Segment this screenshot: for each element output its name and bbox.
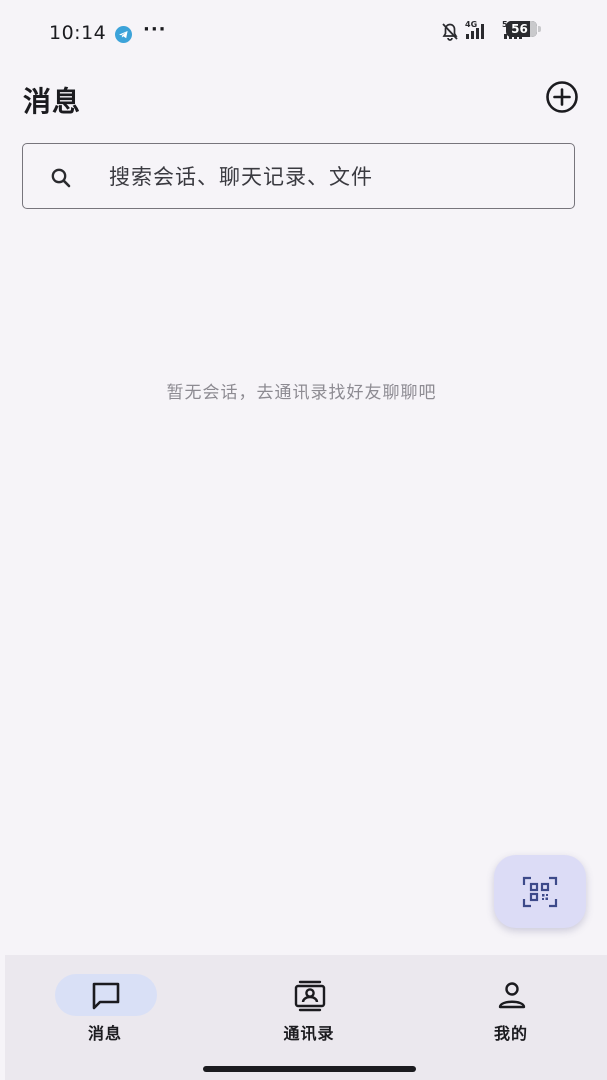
bell-muted-icon (442, 23, 458, 41)
scan-fab-button[interactable] (494, 855, 586, 928)
qr-scan-icon (522, 876, 558, 907)
nav-item-me[interactable]: 我的 (441, 973, 581, 1053)
add-button[interactable] (542, 77, 582, 117)
telegram-icon (115, 26, 132, 43)
search-box[interactable] (22, 143, 575, 209)
person-icon (498, 982, 526, 1009)
battery-icon: 56 (506, 21, 537, 37)
search-input[interactable] (107, 156, 561, 198)
status-time: 10:14 (49, 22, 107, 44)
bottom-nav: 消息 通讯录 我的 (5, 955, 607, 1080)
nav-label-me: 我的 (493, 1024, 528, 1043)
search-icon (50, 167, 72, 189)
nav-item-messages[interactable]: 消息 (35, 973, 175, 1053)
chat-icon (92, 982, 120, 1010)
home-indicator[interactable] (203, 1066, 416, 1072)
nav-label-messages: 消息 (87, 1024, 122, 1043)
nav-label-contacts: 通讯录 (283, 1024, 335, 1043)
nav-item-contacts[interactable]: 通讯录 (239, 973, 379, 1053)
add-circle-icon (546, 81, 578, 113)
status-more-indicator: ··· (143, 19, 167, 40)
contacts-icon (294, 980, 326, 1012)
page-title: 消息 (23, 85, 82, 118)
battery-tip (538, 26, 541, 32)
empty-state-text: 暂无会话，去通讯录找好友聊聊吧 (166, 383, 437, 403)
network-4g-label: 4G (465, 20, 477, 29)
battery-level: 56 (511, 22, 528, 36)
